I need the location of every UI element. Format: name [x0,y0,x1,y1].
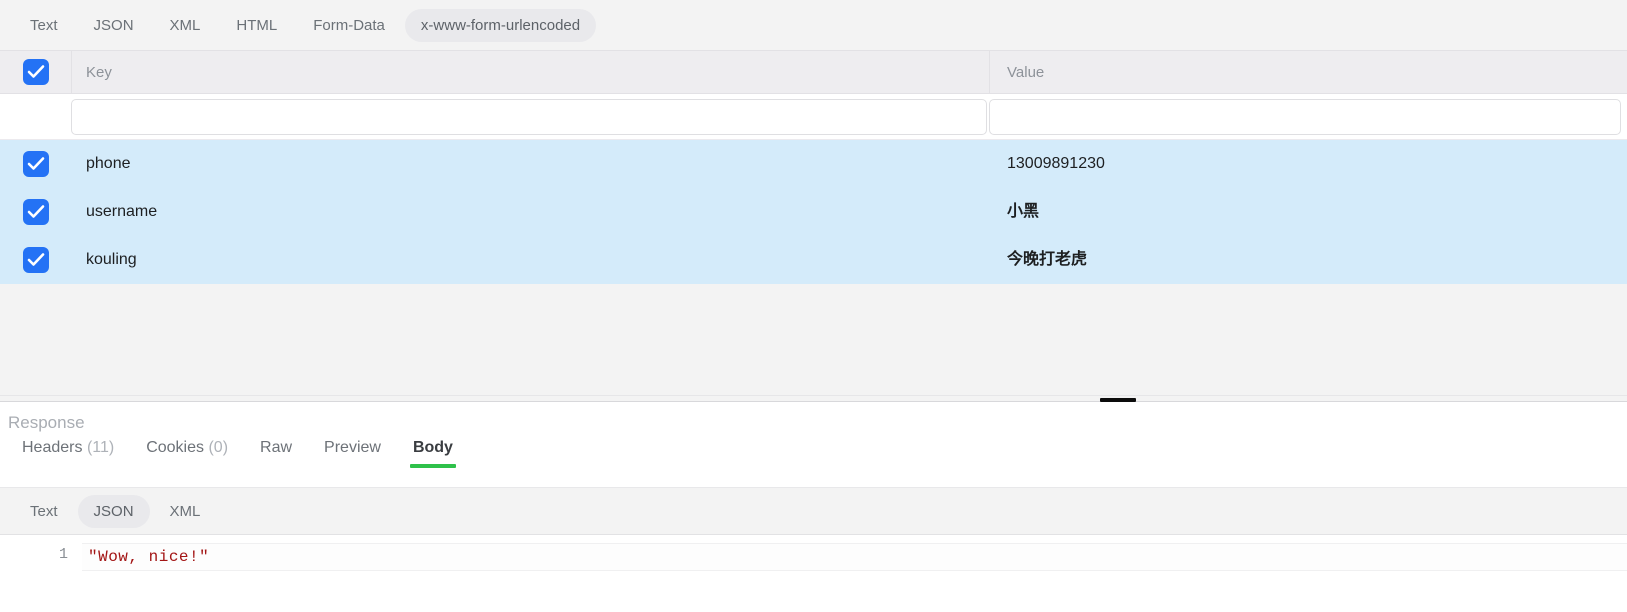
response-format-tab-xml[interactable]: XML [154,495,217,528]
response-tabs: Headers (11) Cookies (0) Raw Preview Body [6,440,469,468]
table-header-row: Key Value [0,50,1627,94]
new-param-row [0,94,1627,140]
row-key-text: kouling [86,251,137,268]
response-tab-headers[interactable]: Headers (11) [6,440,130,468]
row-key-cell[interactable]: phone [72,140,990,188]
row-checkbox[interactable] [23,151,49,177]
select-all-cell [0,51,72,93]
body-type-tab-xml[interactable]: XML [154,9,217,42]
row-checkbox[interactable] [23,247,49,273]
panel-splitter[interactable] [0,395,1627,402]
table-row[interactable]: kouling 今晚打老虎 [0,236,1627,284]
editor-active-line: "Wow, nice!" [82,543,1627,571]
row-value-cell[interactable]: 小黑 [990,188,1627,236]
check-icon [27,157,45,170]
form-params-table: Key Value phone 13009891230 username 小黑 koul… [0,50,1627,395]
row-key-cell[interactable]: username [72,188,990,236]
select-all-checkbox[interactable] [22,59,49,85]
response-body-text: "Wow, nice!" [88,548,210,566]
new-param-value-input[interactable] [989,98,1621,135]
param-rows: phone 13009891230 username 小黑 kouling 今晚打老虎 [0,140,1627,284]
response-tab-label: Cookies [146,439,205,456]
response-panel: Response Headers (11) Cookies (0) Raw Previ… [0,402,1627,612]
line-number: 1 [58,546,68,563]
value-column-header: Value [990,51,1627,93]
table-row[interactable]: username 小黑 [0,188,1627,236]
row-check-cell [0,188,72,236]
row-key-text: phone [86,155,131,172]
row-check-cell [0,236,72,284]
response-body-editor[interactable]: 1 "Wow, nice!" [0,534,1627,612]
response-tab-label: Preview [324,439,381,456]
check-icon [27,253,45,266]
row-key-cell[interactable]: kouling [72,236,990,284]
check-icon [27,205,45,218]
response-tab-cookies[interactable]: Cookies (0) [130,440,244,468]
row-value-cell[interactable]: 今晚打老虎 [990,236,1627,284]
response-tab-label: Body [412,439,453,456]
table-empty-area [0,284,1627,391]
response-format-tabs: Text JSON XML [0,487,1627,534]
editor-gutter: 1 [0,535,82,612]
row-key-text: username [86,203,158,220]
response-tab-count: (11) [86,439,115,456]
row-value-text: 今晚打老虎 [1007,251,1088,268]
key-column-header: Key [72,51,990,93]
row-value-cell[interactable]: 13009891230 [990,140,1627,188]
body-type-tab-form-data[interactable]: Form-Data [297,9,401,42]
table-row[interactable]: phone 13009891230 [0,140,1627,188]
body-type-tab-json[interactable]: JSON [78,9,150,42]
response-tab-label: Headers [22,439,83,456]
row-value-text: 小黑 [1007,203,1040,220]
key-column-label: Key [86,63,112,81]
row-checkbox[interactable] [23,199,49,225]
response-tab-raw[interactable]: Raw [244,440,308,468]
value-column-label: Value [1007,63,1045,81]
request-body-type-tabs: Text JSON XML HTML Form-Data x-www-form-urlen… [0,0,1627,50]
response-tab-label: Raw [260,439,293,456]
body-type-tab-x-www-form-urlencoded[interactable]: x-www-form-urlencoded [404,8,597,42]
response-tab-count: (0) [208,439,229,456]
body-type-tab-text[interactable]: Text [14,9,74,42]
response-tab-preview[interactable]: Preview [308,440,397,468]
row-value-text: 13009891230 [1007,155,1105,172]
response-format-tab-text[interactable]: Text [14,495,74,528]
response-tab-body[interactable]: Body [397,440,469,468]
response-format-tab-json[interactable]: JSON [77,494,150,528]
response-title: Response [8,413,85,432]
api-client-window: Text JSON XML HTML Form-Data x-www-form-urlen… [0,0,1627,612]
row-check-cell [0,140,72,188]
body-type-tab-html[interactable]: HTML [220,9,293,42]
check-icon [27,65,44,78]
new-param-key-input[interactable] [71,98,987,135]
